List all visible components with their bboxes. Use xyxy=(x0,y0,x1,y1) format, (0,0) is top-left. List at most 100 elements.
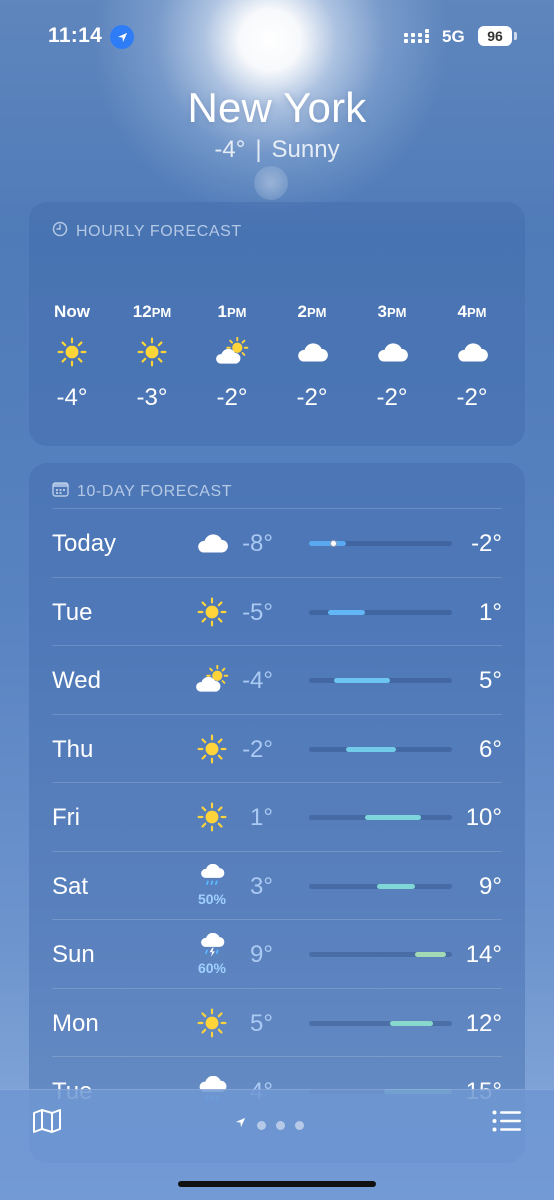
hourly-forecast-card[interactable]: HOURLY FORECAST Now -4° 12PM -3° 1PM -2°… xyxy=(29,202,525,446)
hour-ampm: PM xyxy=(466,305,487,320)
rain-icon: 50% xyxy=(191,864,233,908)
ten-day-title-text: 10-DAY FORECAST xyxy=(77,482,233,500)
hour-number: Now xyxy=(54,302,90,321)
daily-row[interactable]: Sun 60% 9° 14° xyxy=(52,919,502,988)
hour-number: 3 xyxy=(377,302,387,321)
day-label: Sat xyxy=(52,872,89,900)
temp-range-bar xyxy=(414,952,446,957)
daily-row[interactable]: Today -8° -2° xyxy=(52,508,502,577)
high-temp: -2° xyxy=(471,530,502,557)
hour-temp: -4° xyxy=(56,384,88,411)
daily-row[interactable]: Mon 5° 12° xyxy=(52,987,502,1057)
sun-icon xyxy=(112,324,192,380)
high-temp: 10° xyxy=(465,804,502,831)
daily-row[interactable]: Tue -5° 1° xyxy=(52,576,502,646)
hour-number: 1 xyxy=(217,302,227,321)
battery-level: 96 xyxy=(487,28,503,44)
daily-row[interactable]: Wed -4° 5° xyxy=(52,645,502,714)
hourly-item: 12PM -3° xyxy=(112,302,192,412)
hourly-item: Now -4° xyxy=(32,302,112,412)
current-temp: -4° xyxy=(214,136,246,163)
temp-range-bar xyxy=(346,746,397,752)
partly-cloudy-icon xyxy=(192,324,272,380)
hour-number: 4 xyxy=(457,302,467,321)
low-temp: 9° xyxy=(250,941,273,968)
hour-ampm: PM xyxy=(226,305,247,320)
page-dot xyxy=(295,1120,304,1130)
sun-icon xyxy=(191,590,233,634)
day-label: Mon xyxy=(52,1009,99,1037)
cloud-icon xyxy=(272,324,352,380)
hour-temp: -2° xyxy=(376,384,408,411)
home-indicator[interactable] xyxy=(178,1181,376,1187)
high-temp: 12° xyxy=(465,1009,502,1037)
daily-list: Today -8° -2° Tue -5° 1° Wed -4° 5° Thu … xyxy=(29,508,525,1125)
hourly-forecast-title: HOURLY FORECAST xyxy=(52,221,242,242)
low-temp: -4° xyxy=(242,667,273,694)
temp-range-bar xyxy=(364,815,421,820)
status-time: 11:14 xyxy=(48,24,103,47)
ten-day-forecast-card[interactable]: 10-DAY FORECAST Today -8° -2° Tue -5° 1°… xyxy=(29,463,525,1163)
temp-range-track xyxy=(309,1020,452,1026)
hour-label: 3PM xyxy=(352,302,432,324)
hourly-item: 2PM -2° xyxy=(272,302,352,412)
high-temp: 6° xyxy=(479,735,502,763)
hour-temp: -2° xyxy=(296,384,328,411)
hour-label: Now xyxy=(32,302,112,324)
current-location-page-icon xyxy=(234,1116,247,1134)
temp-range-track xyxy=(309,678,452,683)
hour-ampm: PM xyxy=(386,305,407,320)
status-bar: 11:14 5G 96 xyxy=(0,0,554,70)
battery-icon: 96 xyxy=(478,26,512,46)
hour-label: 4PM xyxy=(432,302,512,324)
temp-range-track xyxy=(309,609,452,615)
page-dot xyxy=(257,1120,266,1130)
network-type: 5G xyxy=(442,27,465,46)
day-label: Today xyxy=(52,530,117,557)
day-label: Fri xyxy=(52,804,80,831)
hourly-list: Now -4° 12PM -3° 1PM -2° 2PM -2° 3PM -2°… xyxy=(29,302,525,412)
precipitation-chance: 50% xyxy=(197,891,227,907)
hour-ampm: PM xyxy=(306,305,327,320)
calendar-icon xyxy=(52,481,69,502)
list-icon[interactable] xyxy=(492,1110,522,1137)
hourly-title-text: HOURLY FORECAST xyxy=(76,222,242,240)
hourly-item: 3PM -2° xyxy=(352,302,432,412)
daily-row[interactable]: Sat 50% 3° 9° xyxy=(52,850,502,920)
location-arrow-icon xyxy=(110,25,134,49)
low-temp: -2° xyxy=(242,735,273,763)
daily-row[interactable]: Fri 1° 10° xyxy=(52,782,502,851)
hour-label: 2PM xyxy=(272,302,352,324)
hour-number: 2 xyxy=(297,302,307,321)
hour-temp: -2° xyxy=(456,384,488,411)
cloud-icon xyxy=(352,324,432,380)
page-dot xyxy=(276,1120,285,1130)
temp-range-bar xyxy=(377,883,415,889)
low-temp: 5° xyxy=(250,1009,273,1037)
current-condition: Sunny xyxy=(271,136,340,163)
hourly-item: 4PM -2° xyxy=(432,302,512,412)
thunderstorm-icon: 60% xyxy=(191,932,233,976)
temp-range-track xyxy=(309,815,452,820)
location-header: New York -4° | Sunny xyxy=(0,84,554,164)
page-indicator[interactable] xyxy=(234,1116,304,1134)
hour-label: 1PM xyxy=(192,302,272,324)
precipitation-chance: 60% xyxy=(197,959,227,976)
sun-icon xyxy=(191,1001,233,1045)
high-temp: 5° xyxy=(479,667,502,694)
day-label: Sun xyxy=(52,941,95,968)
low-temp: -8° xyxy=(242,530,273,557)
map-icon[interactable] xyxy=(32,1108,62,1139)
day-label: Tue xyxy=(52,598,93,626)
partly-cloudy-icon xyxy=(191,658,233,702)
sun-icon xyxy=(32,324,112,380)
temp-range-bar xyxy=(333,678,390,683)
ten-day-forecast-title: 10-DAY FORECAST xyxy=(52,481,232,502)
high-temp: 14° xyxy=(465,941,502,968)
cloud-icon xyxy=(191,521,233,565)
low-temp: -5° xyxy=(242,598,273,626)
daily-row[interactable]: Thu -2° 6° xyxy=(52,713,502,783)
high-temp: 9° xyxy=(479,872,502,900)
lens-flare xyxy=(254,166,288,200)
clock-icon xyxy=(52,221,68,242)
